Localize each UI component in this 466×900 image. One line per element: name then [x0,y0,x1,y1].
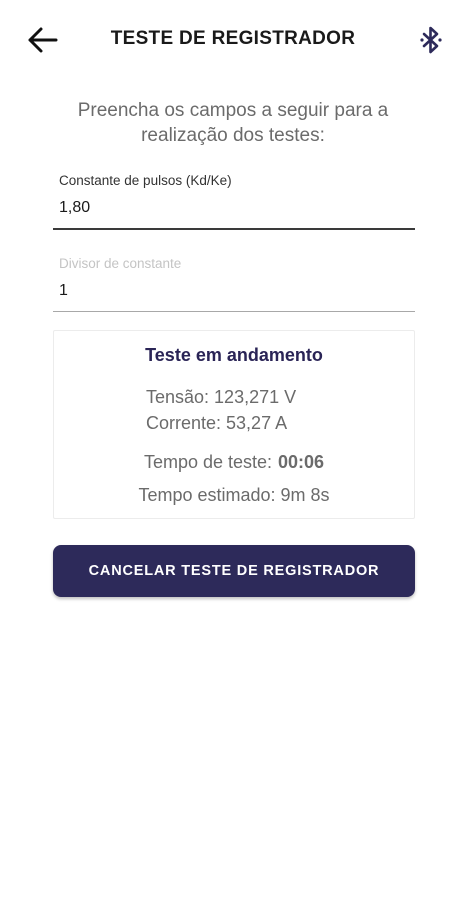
bluetooth-button[interactable] [416,24,446,56]
constant-underline [53,228,415,230]
instructions-text: Preencha os campos a seguir para a reali… [77,100,389,146]
constant-input[interactable] [53,196,415,220]
test-time-label: Tempo de teste: [143,452,273,472]
estimated-time: Tempo estimado: 9m 8s [138,485,330,505]
test-progress-card: Teste em andamento Tensão: 123,271 V Cor… [53,330,415,519]
current-reading: Corrente: 53,27 A [146,413,288,433]
page-title: TESTE DE REGISTRADOR [110,28,356,49]
bluetooth-icon [420,26,442,54]
test-time-value: 00:06 [278,452,325,472]
divisor-field[interactable]: Divisor de constante [53,253,415,315]
constant-field-label: Constante de pulsos (Kd/Ke) [59,173,232,188]
app-header: TESTE DE REGISTRADOR [0,0,466,80]
constant-field[interactable]: Constante de pulsos (Kd/Ke) [53,170,415,232]
tension-reading: Tensão: 123,271 V [146,387,297,407]
divisor-field-label: Divisor de constante [59,256,182,271]
divisor-underline [53,311,415,312]
test-time-row: Tempo de teste: 00:06 [54,452,414,473]
progress-title: Teste em andamento [145,345,323,365]
divisor-input[interactable] [53,279,415,303]
cancel-test-button[interactable]: CANCELAR TESTE DE REGISTRADOR [53,545,415,597]
